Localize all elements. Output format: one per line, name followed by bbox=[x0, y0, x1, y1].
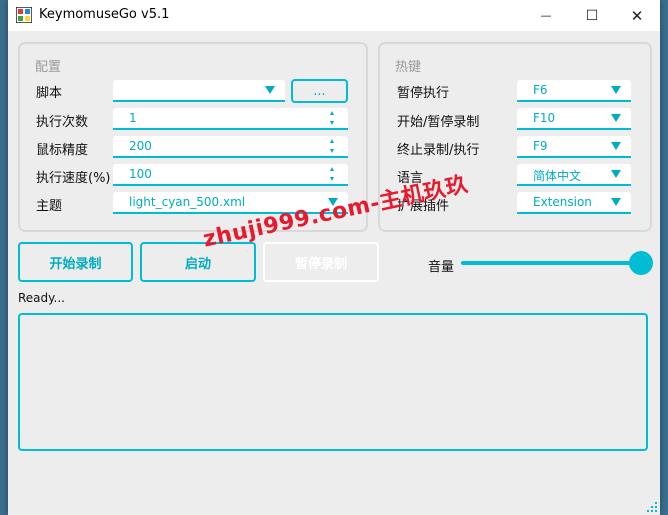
pause-record-button[interactable]: 暂停录制 bbox=[263, 242, 379, 282]
pause-run-hotkey-combo[interactable]: F6 bbox=[517, 80, 631, 102]
extension-combo[interactable]: Extension bbox=[517, 192, 631, 214]
start-button-label: 启动 bbox=[184, 256, 211, 272]
spin-arrows-icon[interactable] bbox=[330, 111, 336, 125]
chevron-down-icon bbox=[611, 198, 621, 206]
extension-value: Extension bbox=[533, 195, 592, 209]
theme-label: 主题 bbox=[36, 199, 63, 214]
start-pause-record-hotkey-value: F10 bbox=[533, 111, 556, 125]
resize-grip-icon[interactable] bbox=[644, 499, 658, 513]
minimize-button[interactable]: — bbox=[523, 0, 569, 31]
maximize-button[interactable]: ☐ bbox=[569, 0, 615, 31]
pause-record-button-label: 暂停录制 bbox=[294, 256, 347, 272]
config-group-title: 配置 bbox=[35, 60, 62, 75]
language-combo[interactable]: 简体中文 bbox=[517, 164, 631, 186]
pause-run-hotkey-value: F6 bbox=[533, 83, 548, 97]
run-times-value: 1 bbox=[129, 111, 137, 125]
title-bar[interactable]: KeymomuseGo v5.1 — ☐ ✕ bbox=[8, 0, 660, 31]
start-button[interactable]: 启动 bbox=[140, 242, 256, 282]
volume-slider[interactable] bbox=[461, 261, 641, 265]
stop-record-run-hotkey-value: F9 bbox=[533, 139, 548, 153]
close-button[interactable]: ✕ bbox=[614, 0, 660, 31]
log-textarea[interactable] bbox=[18, 313, 648, 451]
run-speed-label: 执行速度(%) bbox=[36, 171, 111, 186]
chevron-down-icon bbox=[611, 86, 621, 94]
spin-arrows-icon[interactable] bbox=[330, 167, 336, 181]
chevron-down-icon bbox=[611, 142, 621, 150]
browse-button-label: ... bbox=[313, 83, 326, 99]
script-label: 脚本 bbox=[36, 86, 63, 101]
close-icon: ✕ bbox=[630, 6, 644, 25]
script-combo[interactable] bbox=[113, 80, 285, 102]
run-times-spinbox[interactable]: 1 bbox=[113, 108, 348, 130]
mouse-precision-value: 200 bbox=[129, 139, 152, 153]
mouse-precision-spinbox[interactable]: 200 bbox=[113, 136, 348, 158]
stop-record-run-label: 终止录制/执行 bbox=[397, 143, 480, 158]
run-speed-spinbox[interactable]: 100 bbox=[113, 164, 348, 186]
app-logo-icon bbox=[16, 7, 32, 23]
start-pause-record-label: 开始/暂停录制 bbox=[397, 115, 480, 130]
stop-record-run-hotkey-combo[interactable]: F9 bbox=[517, 136, 631, 158]
spin-arrows-icon[interactable] bbox=[330, 139, 336, 153]
run-speed-value: 100 bbox=[129, 167, 152, 181]
start-record-button[interactable]: 开始录制 bbox=[18, 242, 133, 282]
theme-value: light_cyan_500.xml bbox=[129, 195, 246, 209]
start-pause-record-hotkey-combo[interactable]: F10 bbox=[517, 108, 631, 130]
run-times-label: 执行次数 bbox=[36, 115, 89, 130]
minimize-icon: — bbox=[540, 9, 552, 22]
volume-slider-handle[interactable] bbox=[629, 251, 653, 275]
hotkeys-group-title: 热键 bbox=[395, 60, 422, 75]
volume-label: 音量 bbox=[428, 260, 455, 275]
start-record-button-label: 开始录制 bbox=[49, 256, 102, 272]
chevron-down-icon bbox=[265, 86, 275, 94]
pause-run-label: 暂停执行 bbox=[397, 86, 450, 101]
language-value: 简体中文 bbox=[533, 169, 582, 183]
window-title: KeymomuseGo v5.1 bbox=[39, 7, 170, 22]
browse-button[interactable]: ... bbox=[291, 79, 348, 103]
maximize-icon: ☐ bbox=[585, 7, 599, 24]
app-window: KeymomuseGo v5.1 — ☐ ✕ 配置 脚本 ... 执行次数 1 … bbox=[8, 0, 660, 515]
chevron-down-icon bbox=[611, 170, 621, 178]
status-text: Ready... bbox=[18, 291, 65, 305]
chevron-down-icon bbox=[611, 114, 621, 122]
mouse-precision-label: 鼠标精度 bbox=[36, 143, 89, 158]
